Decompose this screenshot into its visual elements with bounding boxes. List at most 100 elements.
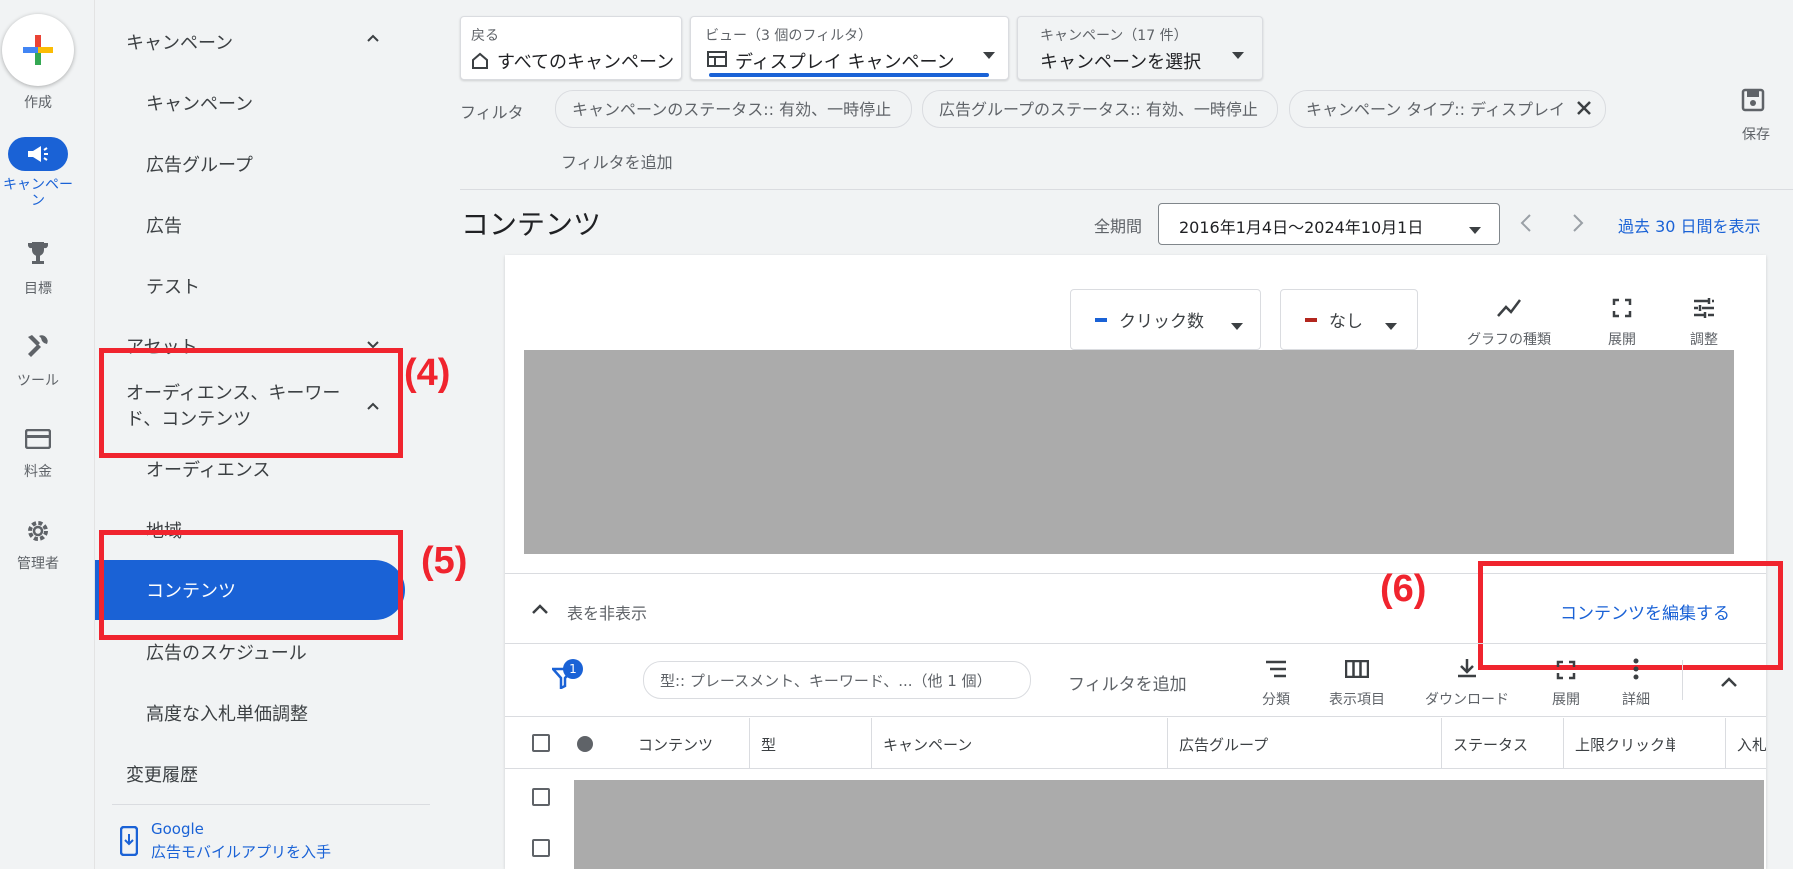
gear-icon[interactable]	[0, 518, 76, 550]
status-dot-icon	[577, 736, 593, 752]
app-promo-line1[interactable]: Google	[151, 820, 204, 838]
details-label[interactable]: 詳細	[1612, 689, 1660, 709]
plus-icon	[23, 35, 53, 65]
trophy-icon[interactable]	[0, 240, 76, 272]
period-label: 全期間	[1094, 217, 1143, 236]
table-add-filter[interactable]: フィルタを追加	[1068, 670, 1187, 695]
nav-item-audiences[interactable]: オーディエンス	[146, 456, 270, 482]
nav-item-campaigns[interactable]: キャンペーン	[146, 90, 253, 116]
chevron-left-icon[interactable]	[1520, 213, 1532, 237]
dropdown-arrow-icon	[1231, 316, 1243, 335]
view-underline	[709, 73, 989, 77]
col-header-status[interactable]: ステータス	[1453, 734, 1528, 755]
tune-icon[interactable]	[1692, 297, 1716, 323]
chevron-up-icon[interactable]	[531, 601, 549, 620]
col-header-content[interactable]: コンテンツ	[638, 734, 713, 755]
segment-icon[interactable]	[1264, 660, 1288, 682]
megaphone-icon	[28, 146, 48, 162]
filter-label: フィルタ	[460, 103, 524, 122]
app-promo-line2[interactable]: 広告モバイルアプリを入手	[151, 841, 331, 862]
annotation-label-4: (4)	[404, 352, 451, 394]
download-icon[interactable]	[1456, 657, 1478, 683]
last-30-days-link[interactable]: 過去 30 日間を表示	[1618, 213, 1761, 237]
filter-count-badge: 1	[563, 659, 583, 679]
metric2-selector[interactable]: なし	[1280, 289, 1418, 350]
campaign-small-label: キャンペーン（17 件）	[1040, 28, 1188, 44]
save-label[interactable]: 保存	[1742, 124, 1770, 144]
col-header-type[interactable]: 型	[761, 734, 776, 755]
back-big-label: すべてのキャンペーン	[497, 52, 675, 73]
col-header-bid[interactable]: 入札	[1737, 734, 1766, 755]
goals-label: 目標	[24, 281, 52, 297]
line-chart-icon[interactable]	[1496, 298, 1522, 322]
nav-item-advanced-bid[interactable]: 高度な入札単価調整	[146, 700, 308, 726]
left-rail: 作成 キャンペー ン 目標 ツール 料金 管理者	[0, 0, 95, 869]
nav-item-ads[interactable]: 広告	[146, 212, 182, 238]
chevron-up-icon[interactable]	[365, 30, 381, 50]
home-icon	[471, 51, 489, 73]
tools-icon[interactable]	[0, 333, 76, 365]
create-button[interactable]	[2, 14, 74, 86]
dropdown-arrow-icon	[1469, 220, 1481, 239]
chevron-up-icon[interactable]	[1720, 673, 1738, 692]
fullscreen-icon[interactable]	[1612, 298, 1632, 322]
expand-table-label[interactable]: 展開	[1542, 689, 1590, 709]
dropdown-arrow-icon	[1232, 45, 1244, 64]
metric2-swatch	[1305, 318, 1317, 322]
fullscreen-icon[interactable]	[1556, 660, 1576, 684]
chevron-right-icon[interactable]	[1572, 213, 1584, 237]
edit-content-link[interactable]: コンテンツを編集する	[1560, 599, 1730, 624]
hide-table-button[interactable]: 表を非表示	[567, 600, 647, 624]
view-selector[interactable]: ビュー（3 個のフィルタ） ディスプレイ キャンペーン	[690, 16, 1009, 80]
campaign-big-label: キャンペーンを選択	[1040, 52, 1202, 73]
nav-item-ad-schedule[interactable]: 広告のスケジュール	[146, 639, 307, 665]
segment-label[interactable]: 分類	[1252, 689, 1300, 709]
download-label[interactable]: ダウンロード	[1417, 689, 1517, 709]
nav-item-ad-groups[interactable]: 広告グループ	[146, 151, 253, 177]
close-icon[interactable]	[1576, 100, 1592, 120]
columns-icon[interactable]	[1344, 659, 1370, 682]
nav-change-history[interactable]: 変更履歴	[126, 761, 198, 787]
table-toolbar-divider	[505, 643, 1766, 644]
graph-type-label[interactable]: グラフの種類	[1456, 329, 1562, 349]
row-checkbox[interactable]	[532, 839, 550, 857]
filter-chip-campaign-status[interactable]: キャンペーンのステータス:: 有効、一時停止	[555, 90, 912, 128]
dropdown-arrow-icon	[1385, 316, 1397, 335]
select-all-checkbox[interactable]	[532, 734, 550, 752]
adjust-label[interactable]: 調整	[1680, 329, 1728, 349]
page-title: コンテンツ	[461, 208, 602, 241]
columns-label[interactable]: 表示項目	[1322, 689, 1392, 709]
more-vert-icon[interactable]	[1633, 658, 1639, 684]
add-filter-top[interactable]: フィルタを追加	[561, 149, 673, 173]
col-header-ad-group[interactable]: 広告グループ	[1179, 734, 1268, 755]
mobile-app-icon[interactable]	[119, 825, 139, 860]
campaigns-rail-label: キャンペー ン	[3, 177, 73, 209]
filter-chip-adgroup-status[interactable]: 広告グループのステータス:: 有効、一時停止	[922, 90, 1278, 128]
view-small-label: ビュー（3 個のフィルタ）	[705, 28, 873, 44]
nav-campaigns-header[interactable]: キャンペーン	[126, 29, 233, 55]
billing-card-icon[interactable]	[0, 427, 76, 455]
expand-chart-label[interactable]: 展開	[1598, 329, 1646, 349]
table-filter-chip[interactable]: 型:: プレースメント、キーワード、...（他 1 個）	[643, 661, 1031, 699]
save-icon[interactable]	[1741, 88, 1765, 116]
annotation-label-6: (6)	[1380, 568, 1427, 610]
col-divider	[1725, 718, 1726, 768]
date-range-picker[interactable]: 2016年1月4日〜2024年10月1日	[1158, 203, 1500, 245]
row-checkbox[interactable]	[532, 788, 550, 806]
filter-chip-campaign-type-label: キャンペーン タイプ:: ディスプレイ	[1306, 100, 1566, 119]
metric2-label: なし	[1329, 312, 1363, 332]
header-divider	[460, 189, 1793, 190]
view-list-icon	[707, 51, 727, 71]
col-divider	[1441, 718, 1442, 768]
campaigns-rail-button[interactable]	[8, 137, 68, 171]
filter-chip-campaign-type[interactable]: キャンペーン タイプ:: ディスプレイ	[1289, 90, 1606, 128]
chart-redacted-area	[524, 350, 1734, 554]
col-header-max-cpc[interactable]: 上限クリック単	[1575, 734, 1675, 755]
table-rows-redacted-area	[574, 780, 1764, 869]
nav-item-tests[interactable]: テスト	[146, 273, 200, 299]
back-selector[interactable]: 戻る すべてのキャンペーン	[460, 16, 682, 80]
metric1-selector[interactable]: クリック数	[1070, 289, 1261, 350]
view-big-label: ディスプレイ キャンペーン	[735, 52, 955, 73]
col-header-campaign[interactable]: キャンペーン	[883, 734, 972, 755]
campaign-selector[interactable]: キャンペーン（17 件） キャンペーンを選択	[1017, 16, 1263, 80]
